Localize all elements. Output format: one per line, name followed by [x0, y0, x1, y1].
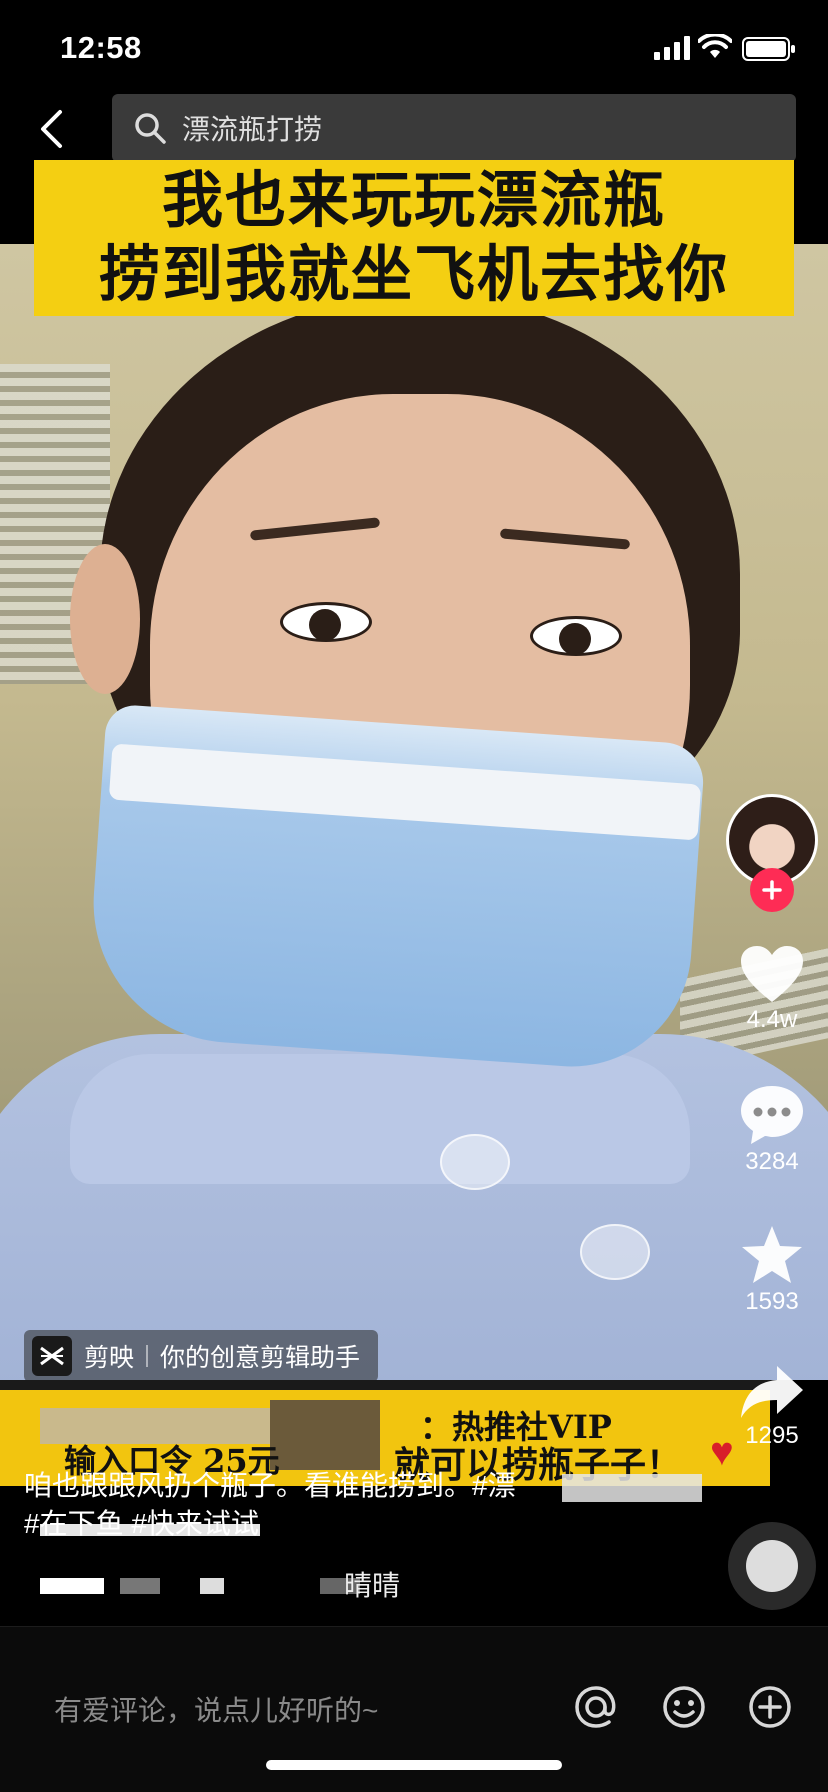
uniform-button	[580, 1224, 650, 1280]
pixelated-text	[40, 1578, 104, 1594]
back-arrow-icon	[41, 110, 62, 148]
emoji-icon[interactable]	[660, 1683, 708, 1731]
search-query: 漂流瓶打捞	[182, 114, 323, 145]
music-cover	[746, 1540, 798, 1592]
comment-bubble-icon	[726, 1084, 818, 1146]
back-button[interactable]	[26, 104, 76, 154]
collar	[70, 1054, 690, 1184]
signal-icon	[654, 36, 690, 65]
watermark-slogan: 你的创意剪辑助手	[160, 1344, 361, 1372]
title-line-1: 我也来玩玩漂流瓶	[161, 165, 666, 236]
heart-icon	[726, 944, 818, 1004]
video-player[interactable]	[0, 244, 828, 1380]
share-arrow-icon	[726, 1364, 818, 1420]
like-button[interactable]: 4.4w	[726, 944, 818, 1034]
status-bar: 12:58	[0, 0, 828, 96]
follow-plus-icon	[762, 880, 782, 900]
watermark-divider	[146, 1345, 149, 1367]
status-time: 12:58	[60, 30, 142, 65]
watermark-app-name: 剪映	[84, 1344, 135, 1372]
comment-button[interactable]: 3284	[726, 1084, 818, 1176]
search-icon	[134, 112, 166, 144]
share-count: 1295	[745, 1422, 799, 1449]
battery-icon	[742, 37, 796, 66]
like-count: 4.4w	[746, 1006, 798, 1033]
uniform-button	[440, 1134, 510, 1190]
music-name: 晴晴	[344, 1570, 401, 1601]
follow-button[interactable]	[750, 868, 794, 912]
favorite-button[interactable]: 1593	[726, 1224, 818, 1316]
at-sign-icon[interactable]	[572, 1683, 620, 1731]
right-eye	[530, 616, 622, 656]
wifi-icon	[697, 32, 733, 65]
video-title-overlay: 我也来玩玩漂流瓶 捞到我就坐飞机去找你	[34, 160, 794, 316]
capcut-watermark[interactable]: 剪映 你的创意剪辑助手	[24, 1330, 379, 1382]
pixelated-text	[270, 1400, 380, 1470]
pixelated-text	[40, 1524, 260, 1536]
comment-count: 3284	[745, 1148, 799, 1175]
music-disc[interactable]	[728, 1522, 816, 1610]
left-eye	[280, 602, 372, 642]
share-button[interactable]: 1295	[726, 1364, 818, 1450]
home-indicator[interactable]	[266, 1760, 562, 1770]
title-line-2: 捞到我就坐飞机去找你	[98, 239, 729, 310]
plus-circle-icon[interactable]	[746, 1683, 794, 1731]
search-bar[interactable]: 漂流瓶打捞	[112, 94, 796, 162]
favorite-count: 1593	[745, 1288, 799, 1315]
capcut-icon	[32, 1336, 72, 1376]
ear	[70, 544, 140, 694]
pixelated-text	[562, 1474, 702, 1502]
pixelated-text	[120, 1578, 160, 1594]
comment-input[interactable]: 有爱评论，说点儿好听的~	[54, 1689, 378, 1729]
pixelated-text	[200, 1578, 224, 1594]
star-icon	[726, 1224, 818, 1286]
